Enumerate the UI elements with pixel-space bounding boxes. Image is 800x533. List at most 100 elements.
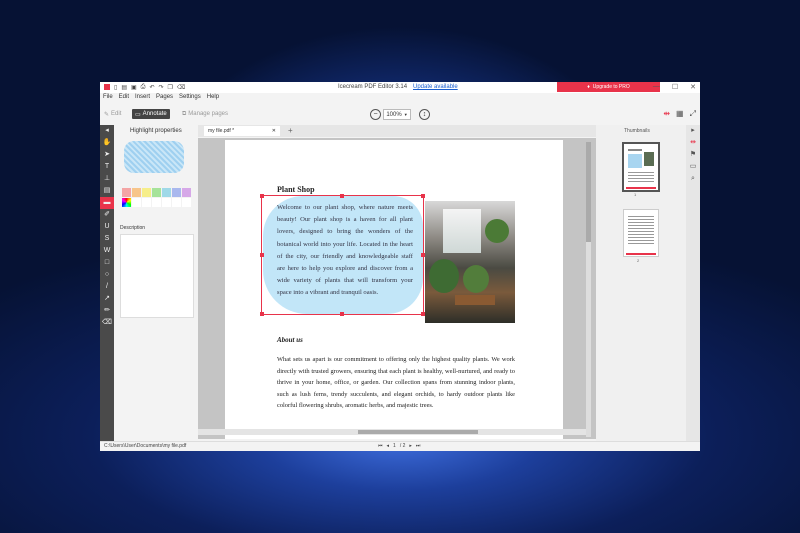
resize-handle[interactable]: [260, 194, 264, 198]
minimize-button[interactable]: —: [653, 83, 660, 91]
rectangle-tool-icon[interactable]: □: [100, 257, 114, 269]
fullscreen-icon[interactable]: ⤢: [690, 109, 696, 119]
color-swatch[interactable]: [142, 198, 151, 207]
squiggly-tool-icon[interactable]: W: [100, 245, 114, 257]
ellipse-tool-icon[interactable]: ○: [100, 269, 114, 281]
pdf-page[interactable]: Plant Shop Welcome to our plant shop, wh…: [225, 140, 563, 439]
thumbnails-icon[interactable]: ⇹: [686, 137, 700, 149]
pen-tool-icon[interactable]: ✏: [100, 305, 114, 317]
thumbnail-page-2[interactable]: [623, 209, 659, 257]
horizontal-scrollbar[interactable]: [198, 429, 586, 435]
document-heading: Plant Shop: [277, 185, 315, 194]
scroll-thumb[interactable]: [586, 142, 591, 242]
stamp-tool-icon[interactable]: ⊥: [100, 173, 114, 185]
selection-box[interactable]: [260, 194, 425, 316]
delete-icon[interactable]: ⌫: [177, 84, 185, 91]
color-swatch[interactable]: [162, 198, 171, 207]
copy-icon[interactable]: ❐: [168, 84, 173, 91]
color-swatch[interactable]: [132, 198, 141, 207]
first-page-icon[interactable]: ⏮: [378, 443, 383, 449]
app-window: ▯ ▤ ▣ ⎙ ↶ ↷ ❐ ⌫ Icecream PDF Editor 3.14…: [100, 82, 700, 451]
update-available-link[interactable]: Update available: [413, 84, 458, 90]
new-tab-icon[interactable]: +: [288, 127, 296, 135]
color-swatch[interactable]: [172, 188, 181, 197]
zoom-out-button[interactable]: −: [370, 109, 381, 120]
resize-handle[interactable]: [340, 312, 344, 316]
color-swatch[interactable]: [122, 188, 131, 197]
fit-width-icon[interactable]: ⇹: [663, 109, 670, 119]
upgrade-label: Upgrade to PRO: [592, 84, 630, 90]
window-controls: — ☐ ✕: [653, 83, 696, 91]
arrow-tool-icon[interactable]: ↗: [100, 293, 114, 305]
color-swatch[interactable]: [182, 198, 191, 207]
prev-page-icon[interactable]: ◂: [387, 443, 390, 449]
resize-handle[interactable]: [421, 194, 425, 198]
color-swatch[interactable]: [132, 188, 141, 197]
scroll-thumb[interactable]: [358, 430, 478, 434]
color-swatch[interactable]: [142, 188, 151, 197]
menu-help[interactable]: Help: [204, 94, 222, 104]
next-page-icon[interactable]: ▸: [409, 443, 412, 449]
pages-icon: ⧉: [182, 110, 187, 117]
pencil-icon: ✎: [104, 111, 110, 118]
plant-shop-photo: [425, 201, 515, 323]
fit-page-button[interactable]: ↕: [419, 109, 430, 120]
zoom-value: 100%: [386, 111, 402, 118]
line-tool-icon[interactable]: /: [100, 281, 114, 293]
menu-pages[interactable]: Pages: [153, 94, 176, 104]
select-tool-icon[interactable]: ➤: [100, 149, 114, 161]
last-page-icon[interactable]: ⏭: [416, 443, 421, 449]
resize-handle[interactable]: [340, 194, 344, 198]
chevron-down-icon: ▼: [403, 112, 408, 117]
strikethrough-tool-icon[interactable]: S: [100, 233, 114, 245]
underline-tool-icon[interactable]: U: [100, 221, 114, 233]
redo-icon[interactable]: ↷: [159, 84, 164, 91]
edit-mode-label: Edit: [111, 111, 122, 117]
note-tool-icon[interactable]: ▤: [100, 185, 114, 197]
menu-settings[interactable]: Settings: [176, 94, 204, 104]
grid-view-icon[interactable]: ▦: [676, 109, 684, 119]
edit-mode-button[interactable]: ✎ Edit: [104, 109, 121, 119]
color-swatch[interactable]: [182, 188, 191, 197]
upgrade-to-pro-button[interactable]: ♦ Upgrade to PRO: [557, 82, 660, 92]
hand-tool-icon[interactable]: ✋: [100, 137, 114, 149]
maximize-button[interactable]: ☐: [672, 83, 678, 91]
thumbnail-page-1[interactable]: [622, 142, 660, 192]
current-page[interactable]: 1: [393, 443, 396, 449]
vertical-scrollbar[interactable]: [586, 142, 591, 437]
print-icon[interactable]: ⎙: [141, 84, 146, 91]
collapse-panel-icon[interactable]: ◂: [100, 125, 114, 137]
tab-my-file[interactable]: my file.pdf * ✕: [204, 126, 280, 136]
eraser-tool-icon[interactable]: ⌫: [100, 317, 114, 329]
save-icon[interactable]: ▣: [131, 84, 137, 91]
close-tab-icon[interactable]: ✕: [272, 126, 276, 136]
color-swatch[interactable]: [152, 198, 161, 207]
color-swatch[interactable]: [172, 198, 181, 207]
open-file-icon[interactable]: ▤: [121, 84, 127, 91]
new-file-icon[interactable]: ▯: [114, 84, 117, 91]
highlight-tool-icon[interactable]: ▬: [100, 197, 114, 209]
custom-color-swatch[interactable]: [122, 198, 131, 207]
menu-edit[interactable]: Edit: [116, 94, 132, 104]
panel-title: Highlight properties: [130, 128, 182, 134]
close-button[interactable]: ✕: [690, 83, 696, 91]
color-swatch[interactable]: [162, 188, 171, 197]
description-textarea[interactable]: [120, 234, 194, 318]
undo-icon[interactable]: ↶: [149, 84, 154, 91]
text-tool-icon[interactable]: T: [100, 161, 114, 173]
marker-tool-icon[interactable]: ✐: [100, 209, 114, 221]
manage-pages-button[interactable]: ⧉ Manage pages: [182, 109, 228, 119]
search-icon[interactable]: ⌕: [686, 173, 700, 185]
resize-handle[interactable]: [260, 253, 264, 257]
menu-file[interactable]: File: [100, 94, 116, 104]
comments-icon[interactable]: ▭: [686, 161, 700, 173]
resize-handle[interactable]: [260, 312, 264, 316]
annotate-mode-button[interactable]: ▭ Annotate: [132, 109, 170, 119]
color-swatch[interactable]: [152, 188, 161, 197]
app-title: Icecream PDF Editor 3.14: [338, 84, 408, 90]
expand-panel-icon[interactable]: ▸: [686, 125, 700, 137]
bookmark-icon[interactable]: ⚑: [686, 149, 700, 161]
zoom-level-field[interactable]: 100% ▼: [383, 109, 411, 120]
manage-pages-label: Manage pages: [188, 111, 228, 117]
menu-insert[interactable]: Insert: [132, 94, 153, 104]
